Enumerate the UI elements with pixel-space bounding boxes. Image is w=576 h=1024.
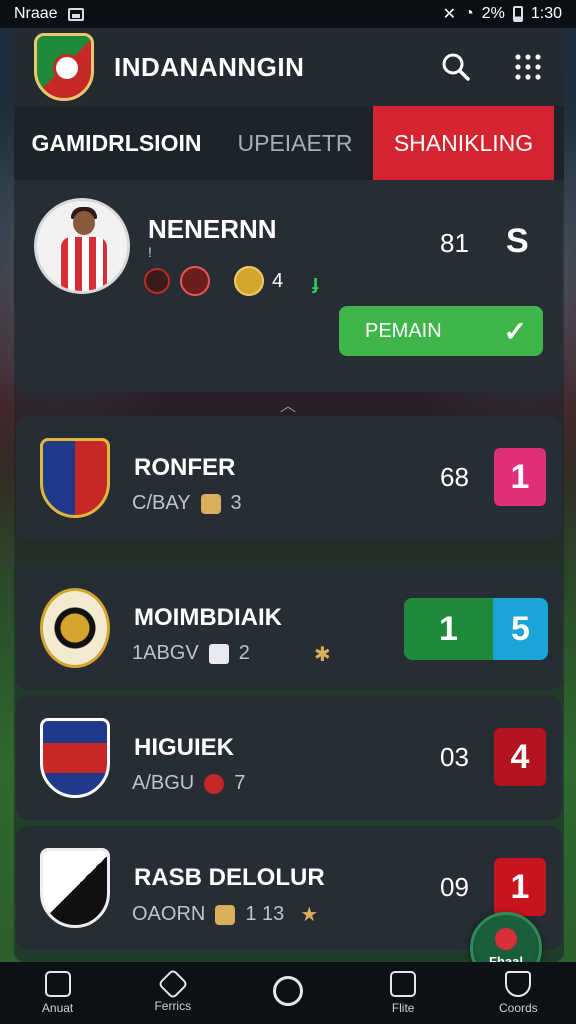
status-bar: Nraae ✕ ◔ 2% 1:30 — [0, 0, 576, 28]
nav-label: Anuat — [41, 1001, 74, 1015]
club-score: 09 — [440, 872, 469, 902]
player-rank: S — [506, 222, 529, 260]
nav-label: Coords — [499, 1001, 538, 1015]
club-name: HIGUIEK — [134, 734, 235, 761]
nav-anuat[interactable]: Anuat — [13, 971, 103, 1015]
club-meta: OAORN 1 13 ★ — [132, 902, 318, 927]
check-icon: ✓ — [503, 315, 527, 347]
grid-menu-button[interactable] — [512, 51, 544, 83]
club-score: 68 — [440, 462, 469, 492]
time-text: 1:30 — [530, 5, 562, 22]
nav-label: Ferrics — [154, 999, 192, 1013]
nav-label: Flite — [391, 1001, 415, 1015]
club-crest-icon — [40, 438, 110, 518]
star-icon: ★ — [300, 904, 319, 926]
club-meta-value: 2 — [238, 642, 250, 664]
tab-gamidrlsioin[interactable]: GAMIDRLSIOIN — [14, 106, 219, 180]
club-meta-value: 1 13 — [245, 903, 285, 925]
player-shirt — [61, 237, 107, 291]
club-row[interactable]: MOIMBDIAIK 1ABGV 2 ✱ 1 5 — [16, 566, 562, 690]
bottom-nav: Anuat Ferrics Flite Coords — [0, 962, 576, 1024]
rank-badge: 4 — [494, 728, 546, 786]
trophy-icon — [215, 904, 236, 925]
club-meta: 1ABGV 2 — [132, 642, 250, 665]
nav-ferrics[interactable]: Ferrics — [128, 968, 218, 1013]
pemain-button-label: PEMAIN — [365, 319, 442, 342]
battery-icon — [512, 6, 523, 22]
face-badge-icon — [180, 266, 210, 296]
shield-icon — [505, 971, 532, 997]
app-bar: INDANANNGIN — [14, 28, 564, 106]
battery-text: 2% — [481, 5, 505, 22]
app-container: INDANANNGIN GAMIDRLSIOIN UPEIAETR SHANIK… — [14, 28, 564, 962]
tab-shanikling[interactable]: SHANIKLING — [373, 106, 554, 180]
club-meta-label: 1ABGV — [132, 642, 199, 664]
tab-bar: GAMIDRLSIOIN UPEIAETR SHANIKLING — [14, 106, 564, 180]
pen-icon — [157, 968, 189, 1000]
nav-flite[interactable]: Flite — [358, 971, 448, 1015]
chevron-up-icon[interactable]: ︿ — [280, 392, 296, 415]
player-name: NENERNN — [148, 214, 277, 244]
search-button[interactable] — [440, 51, 472, 83]
image-icon — [67, 7, 84, 21]
wifi-icon: ◔ — [464, 5, 474, 22]
club-crest-icon — [40, 718, 110, 798]
club-name: RASB DELOLUR — [134, 864, 325, 891]
check-square-icon — [390, 971, 417, 997]
player-score: 81 — [440, 228, 469, 258]
club-meta: A/BGU 7 — [132, 772, 245, 795]
club-score: 03 — [440, 742, 469, 772]
club-crest-icon — [40, 588, 110, 668]
ball-icon — [495, 927, 517, 950]
player-avatar — [34, 198, 130, 294]
circle-icon — [272, 976, 303, 1006]
player-head — [73, 211, 95, 235]
grid-menu-icon — [515, 54, 541, 80]
nav-coords[interactable]: Coords — [473, 971, 563, 1015]
nav-home-circle[interactable] — [243, 976, 333, 1010]
club-meta: C/BAY 3 — [132, 492, 242, 515]
pemain-button[interactable]: PEMAIN ✓ — [339, 306, 543, 356]
trophy-icon — [200, 493, 221, 514]
club-badge-icon — [144, 268, 170, 294]
club-meta-label: A/BGU — [132, 772, 195, 794]
club-meta-label: OAORN — [132, 903, 206, 925]
score-left: 1 — [404, 598, 493, 660]
player-card[interactable]: NENERNN ! 4 ɟ 81 S PEMAIN ✓ — [14, 180, 562, 392]
rank-badge: 1 — [494, 858, 546, 916]
club-meta-label: C/BAY — [132, 492, 191, 514]
club-row[interactable]: HIGUIEK A/BGU 7 03 4 — [16, 696, 562, 820]
mute-icon: ✕ — [442, 6, 457, 23]
tab-upeiaetr[interactable]: UPEIAETR — [219, 106, 371, 180]
club-name: RONFER — [134, 454, 236, 481]
rank-badge: 1 — [494, 448, 546, 506]
ball-icon — [204, 773, 225, 794]
search-icon — [442, 53, 470, 81]
player-subtitle: ! — [148, 244, 152, 260]
club-meta-value: 7 — [234, 772, 246, 794]
club-meta-value: 3 — [230, 492, 242, 514]
carrier-text: Nraae — [14, 5, 58, 22]
home-icon — [44, 971, 71, 997]
score-badge: 1 5 — [404, 598, 548, 660]
trend-icon: ɟ — [312, 272, 319, 294]
app-title: INDANANNGIN — [114, 51, 305, 82]
score-right: 5 — [492, 598, 548, 660]
club-name: MOIMBDIAIK — [134, 604, 282, 631]
club-row[interactable]: RONFER C/BAY 3 68 1 — [16, 416, 562, 540]
player-badges: 4 — [144, 266, 283, 296]
cup-icon — [208, 643, 229, 664]
club-crest-logo — [34, 33, 94, 101]
club-crest-icon — [40, 848, 110, 928]
coin-icon — [234, 266, 264, 296]
star-icon: ✱ — [314, 644, 331, 666]
badge-count: 4 — [272, 269, 284, 292]
